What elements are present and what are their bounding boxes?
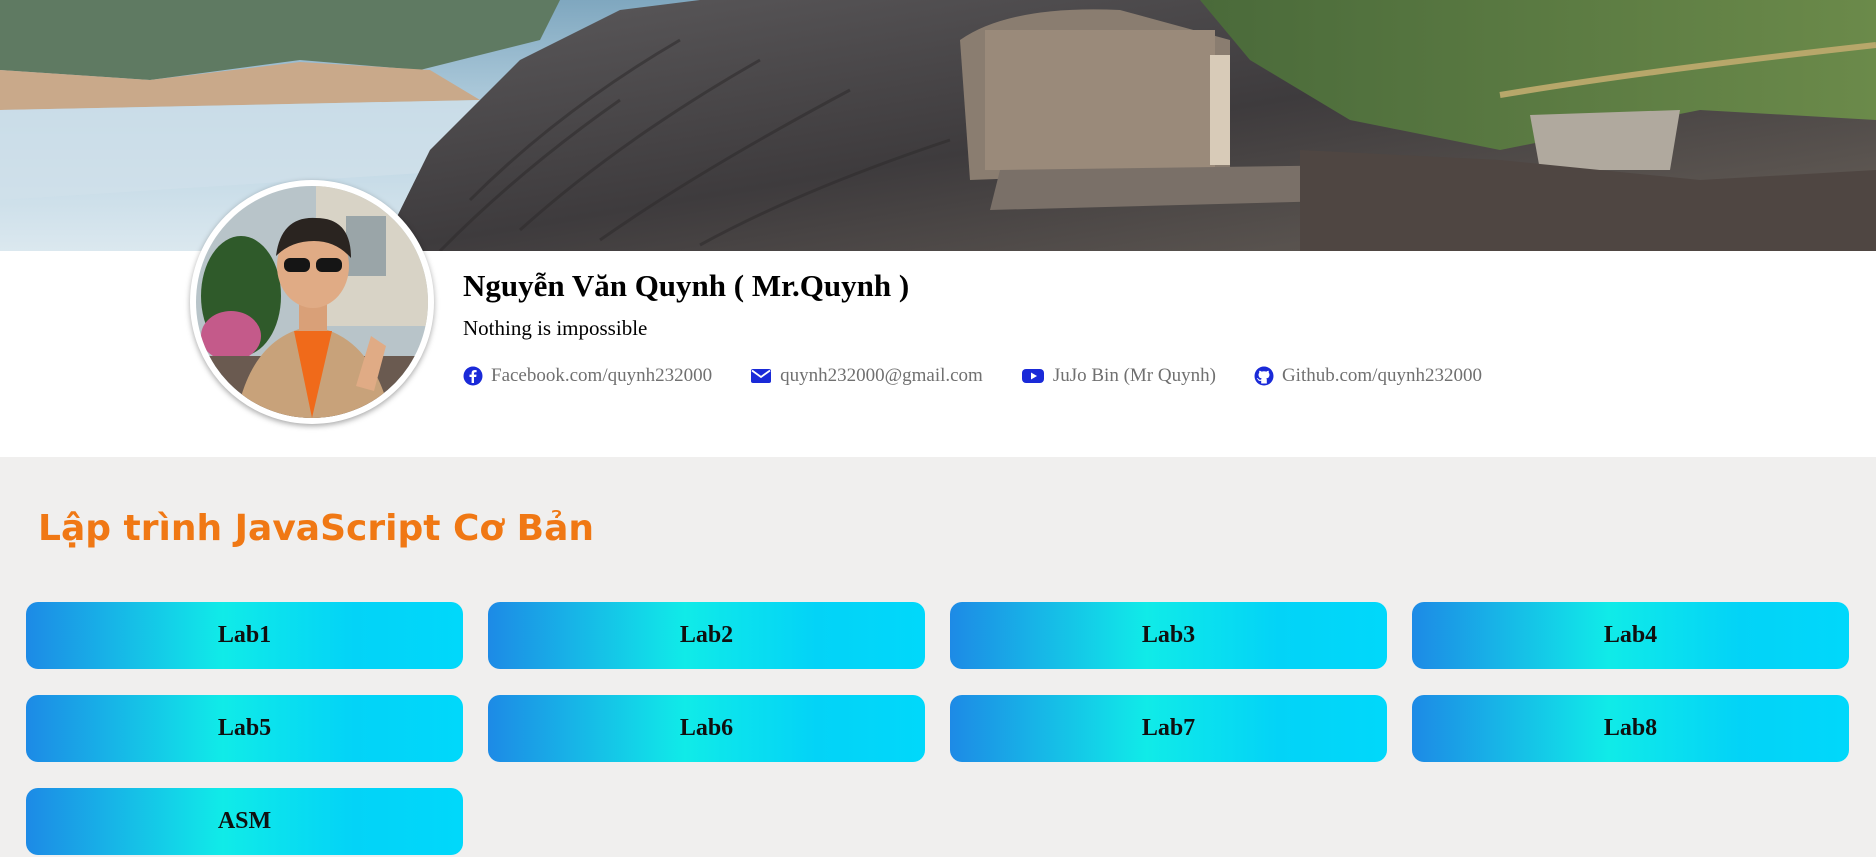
youtube-icon [1021,367,1045,385]
lab4-button[interactable]: Lab4 [1412,602,1849,669]
github-link-label: Github.com/quynh232000 [1281,365,1482,386]
profile-name: Nguyễn Văn Quynh ( Mr.Quynh ) [463,268,910,303]
lab1-button[interactable]: Lab1 [26,602,463,669]
facebook-icon [463,366,483,386]
lab5-button[interactable]: Lab5 [26,695,463,762]
lab6-button[interactable]: Lab6 [488,695,925,762]
avatar [190,180,434,424]
profile-motto: Nothing is impossible [463,316,648,340]
facebook-link-label: Facebook.com/quynh232000 [491,365,713,386]
youtube-link[interactable]: JuJo Bin (Mr Quynh) [1021,365,1216,387]
youtube-link-label: JuJo Bin (Mr Quynh) [1052,365,1216,386]
section-title: Lập trình JavaScript Cơ Bản [38,508,594,549]
lab8-button[interactable]: Lab8 [1412,695,1849,762]
lab2-button[interactable]: Lab2 [488,602,925,669]
asm-button[interactable]: ASM [26,788,463,855]
github-link[interactable]: Github.com/quynh232000 [1254,365,1482,387]
lab7-button[interactable]: Lab7 [950,695,1387,762]
github-icon [1254,366,1274,386]
facebook-link[interactable]: Facebook.com/quynh232000 [463,365,712,387]
lab-grid: Lab1 Lab2 Lab3 Lab4 Lab5 Lab6 Lab7 Lab8 … [26,602,1851,855]
email-link[interactable]: quynh232000@gmail.com [750,365,983,387]
contact-links: Facebook.com/quynh232000 quynh232000@gma… [463,363,1482,389]
email-link-label: quynh232000@gmail.com [780,365,983,386]
lab3-button[interactable]: Lab3 [950,602,1387,669]
envelope-icon [750,367,772,385]
